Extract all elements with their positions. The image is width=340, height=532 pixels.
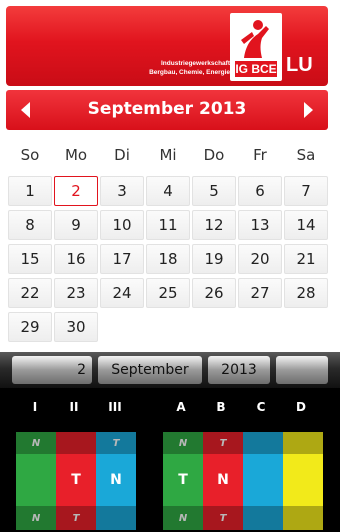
shift-code: N bbox=[16, 506, 56, 530]
shift-code bbox=[56, 432, 96, 454]
union-logo: IG BCE bbox=[230, 13, 282, 81]
day-cell[interactable]: 24 bbox=[100, 278, 144, 308]
day-cell[interactable]: 8 bbox=[8, 210, 52, 240]
shift-code bbox=[243, 454, 283, 506]
shift-code: T bbox=[56, 454, 96, 506]
shift-code: T bbox=[203, 506, 243, 530]
shift-wheel-left[interactable]: NNTTTN bbox=[16, 432, 136, 530]
picker-day[interactable]: 2 bbox=[12, 356, 92, 384]
day-cell[interactable]: 21 bbox=[284, 244, 328, 274]
union-logo-text: IG BCE bbox=[235, 61, 277, 77]
union-name-line1: Industriegewerkschaft bbox=[161, 60, 230, 67]
weekday-header: Di bbox=[114, 146, 130, 164]
picker-year[interactable]: 2013 bbox=[208, 356, 270, 384]
day-cell[interactable]: 11 bbox=[146, 210, 190, 240]
shift-label: C bbox=[256, 400, 266, 414]
shift-code bbox=[96, 506, 136, 530]
day-cell[interactable]: 28 bbox=[284, 278, 328, 308]
selected-day-cell[interactable]: 2 bbox=[54, 176, 98, 206]
next-month-icon[interactable] bbox=[298, 100, 318, 120]
shift-code bbox=[16, 454, 56, 506]
day-cell[interactable]: 22 bbox=[8, 278, 52, 308]
weekday-header: Mi bbox=[159, 146, 177, 164]
day-cell[interactable]: 14 bbox=[284, 210, 328, 240]
day-cell[interactable]: 20 bbox=[238, 244, 282, 274]
weekday-header: Sa bbox=[296, 146, 316, 164]
day-cell[interactable]: 16 bbox=[54, 244, 98, 274]
shift-code: N bbox=[163, 506, 203, 530]
day-cell[interactable]: 9 bbox=[54, 210, 98, 240]
shift-code bbox=[283, 454, 323, 506]
union-name-line2: Bergbau, Chemie, Energie bbox=[149, 69, 230, 76]
shift-wheel-right[interactable]: NTNTNT bbox=[163, 432, 323, 530]
shift-column: NTN bbox=[163, 432, 203, 530]
month-title: September 2013 bbox=[87, 99, 247, 119]
shift-column bbox=[283, 432, 323, 530]
day-cell[interactable]: 19 bbox=[192, 244, 236, 274]
day-cell[interactable]: 23 bbox=[54, 278, 98, 308]
day-cell[interactable]: 15 bbox=[8, 244, 52, 274]
shift-code: N bbox=[203, 454, 243, 506]
shift-code: N bbox=[96, 454, 136, 506]
day-cell[interactable]: 30 bbox=[54, 312, 98, 342]
day-cell[interactable]: 26 bbox=[192, 278, 236, 308]
weekday-header: Mo bbox=[64, 146, 88, 164]
day-cell[interactable]: 17 bbox=[100, 244, 144, 274]
shift-code bbox=[243, 432, 283, 454]
day-cell[interactable]: 10 bbox=[100, 210, 144, 240]
day-cell[interactable]: 4 bbox=[146, 176, 190, 206]
shift-code bbox=[283, 506, 323, 530]
shift-label: II bbox=[69, 400, 79, 414]
month-navigation: September 2013 bbox=[6, 90, 328, 130]
shift-column bbox=[243, 432, 283, 530]
shift-column: TNT bbox=[203, 432, 243, 530]
shift-label: III bbox=[108, 400, 122, 414]
region-label: LU bbox=[286, 54, 313, 76]
shift-code: N bbox=[163, 432, 203, 454]
weekday-header: So bbox=[20, 146, 40, 164]
shift-code bbox=[243, 506, 283, 530]
shift-label: B bbox=[216, 400, 226, 414]
picker-month[interactable]: September bbox=[98, 356, 202, 384]
shift-code: T bbox=[56, 506, 96, 530]
picker-empty-cell[interactable] bbox=[276, 356, 328, 384]
day-cell[interactable]: 18 bbox=[146, 244, 190, 274]
day-cell[interactable]: 13 bbox=[238, 210, 282, 240]
shift-column: TT bbox=[56, 432, 96, 530]
shift-code: T bbox=[203, 432, 243, 454]
day-cell[interactable]: 7 bbox=[284, 176, 328, 206]
shift-label: I bbox=[32, 400, 38, 414]
shift-label: A bbox=[176, 400, 186, 414]
day-cell[interactable]: 25 bbox=[146, 278, 190, 308]
union-logo-figure-icon bbox=[241, 20, 269, 58]
shift-code: T bbox=[96, 432, 136, 454]
day-cell[interactable]: 5 bbox=[192, 176, 236, 206]
shift-label: D bbox=[296, 400, 306, 414]
weekday-header: Fr bbox=[253, 146, 267, 164]
shift-column: NN bbox=[16, 432, 56, 530]
shift-code bbox=[283, 432, 323, 454]
day-cell[interactable]: 1 bbox=[8, 176, 52, 206]
day-cell[interactable]: 29 bbox=[8, 312, 52, 342]
shift-code: N bbox=[16, 432, 56, 454]
weekday-header: Do bbox=[203, 146, 225, 164]
day-cell[interactable]: 6 bbox=[238, 176, 282, 206]
shift-column: TN bbox=[96, 432, 136, 530]
app-header: Industriegewerkschaft Bergbau, Chemie, E… bbox=[6, 6, 328, 86]
shift-code: T bbox=[163, 454, 203, 506]
day-cell[interactable]: 3 bbox=[100, 176, 144, 206]
day-cell[interactable]: 12 bbox=[192, 210, 236, 240]
day-cell[interactable]: 27 bbox=[238, 278, 282, 308]
union-name: Industriegewerkschaft Bergbau, Chemie, E… bbox=[149, 59, 230, 77]
